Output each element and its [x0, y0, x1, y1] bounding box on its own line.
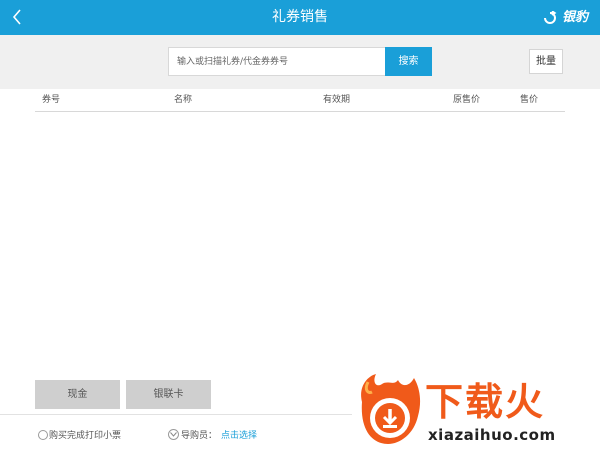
flame-logo-icon: [361, 374, 421, 444]
top-bar: 礼券销售 银豹: [0, 0, 600, 35]
watermark-text: 下载火: [425, 380, 546, 424]
select-guide-link[interactable]: 点击选择: [221, 428, 257, 441]
coupon-search-input[interactable]: [168, 47, 385, 76]
column-validity: 有效期: [323, 95, 351, 105]
print-receipt-radio[interactable]: [38, 429, 48, 440]
unionpay-card-button[interactable]: 银联卡: [126, 380, 211, 409]
search-button[interactable]: 搜索: [385, 47, 432, 76]
cash-button[interactable]: 现金: [35, 380, 120, 409]
column-name: 名称: [174, 95, 193, 105]
brand-name: 银豹: [561, 10, 588, 25]
footer-divider: [0, 414, 352, 415]
watermark: 下载火 xiazaihuo.com: [352, 372, 600, 450]
search-area: 搜索 批量: [0, 35, 600, 89]
column-original-price: 原售价: [453, 95, 481, 105]
print-receipt-label: 购买完成打印小票: [49, 431, 122, 441]
brand-logo: 银豹: [543, 8, 588, 28]
loop-arrow-icon: [543, 11, 557, 24]
column-coupon-number: 券号: [42, 95, 61, 105]
print-receipt-option[interactable]: 购买完成打印小票: [38, 428, 121, 441]
guide-label: 导购员：: [181, 431, 218, 441]
chevron-down-icon[interactable]: [168, 429, 179, 440]
watermark-url: xiazaihuo.com: [428, 426, 556, 444]
column-sale-price: 售价: [520, 95, 539, 105]
page-title: 礼券销售: [272, 9, 328, 25]
batch-button[interactable]: 批量: [529, 49, 563, 74]
table-header: 券号 名称 有效期 原售价 售价: [35, 89, 565, 112]
guide-selector[interactable]: 导购员： 点击选择: [168, 428, 257, 441]
